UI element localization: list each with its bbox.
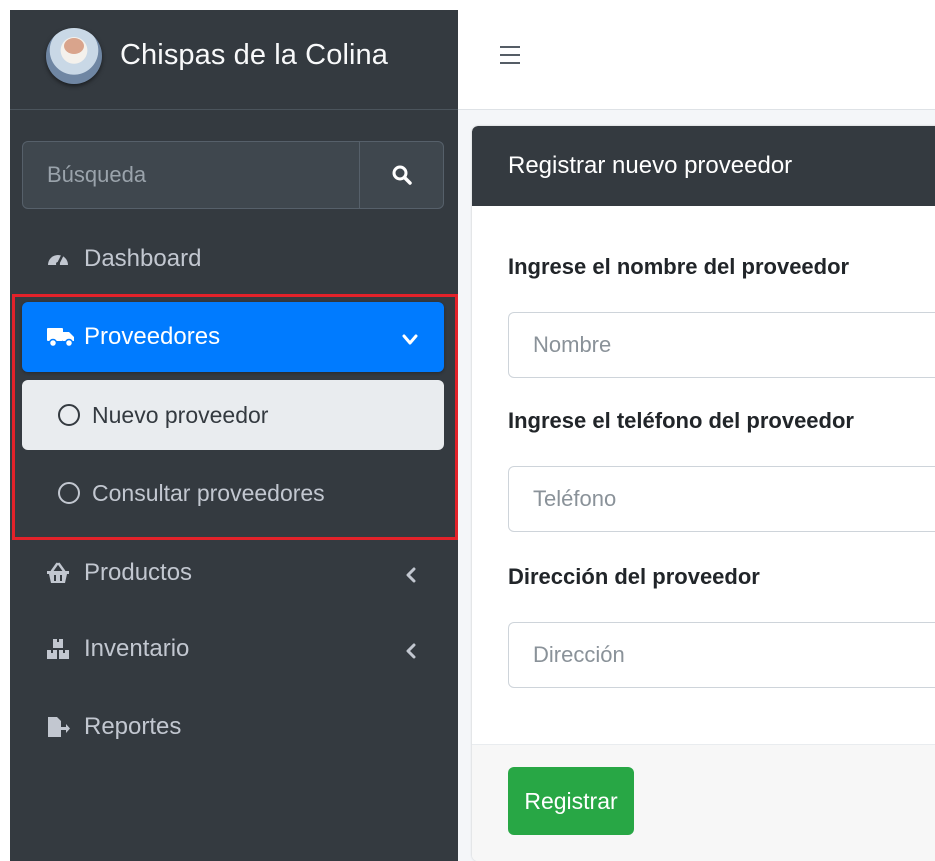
sidebar-subitem-label: Nuevo proveedor (92, 401, 269, 428)
chevron-left-icon (404, 562, 418, 590)
supplier-name-label: Ingrese el nombre del proveedor (508, 254, 850, 279)
supplier-address-label: Dirección del proveedor (508, 564, 760, 589)
top-navbar (458, 10, 935, 110)
circle-icon (58, 404, 80, 426)
basket-icon (46, 562, 80, 584)
sidebar-search (22, 141, 444, 209)
boxes-icon (46, 638, 80, 660)
supplier-name-input[interactable] (508, 312, 935, 378)
hamburger-menu-icon[interactable] (500, 46, 520, 64)
sidebar-subitem-label: Consultar proveedores (92, 479, 325, 506)
card-footer: Registrar (472, 744, 935, 861)
card-title: Registrar nuevo proveedor (472, 126, 935, 206)
sidebar-item-label: Proveedores (84, 323, 221, 350)
chevron-down-icon (402, 326, 418, 354)
supplier-phone-input[interactable] (508, 466, 935, 532)
app-frame: Chispas de la Colina Dashboard (10, 10, 935, 861)
supplier-address-input[interactable] (508, 622, 935, 688)
circle-icon (58, 482, 80, 504)
sidebar-item-label: Inventario (84, 635, 190, 662)
sidebar-item-reportes[interactable]: Reportes (22, 692, 444, 762)
truck-icon (46, 326, 80, 348)
brand-logo (46, 28, 102, 84)
search-icon (392, 165, 412, 185)
sidebar-item-label: Productos (84, 559, 193, 586)
register-supplier-card: Registrar nuevo proveedor Ingrese el nom… (472, 126, 935, 861)
sidebar-item-inventario[interactable]: Inventario (22, 614, 444, 684)
file-export-icon (46, 716, 80, 738)
sidebar-subitem-consultar-proveedores[interactable]: Consultar proveedores (22, 458, 444, 528)
register-button[interactable]: Registrar (508, 767, 634, 835)
brand-link[interactable]: Chispas de la Colina (10, 10, 458, 110)
chevron-left-icon (404, 638, 418, 666)
sidebar-item-productos[interactable]: Productos (22, 538, 444, 608)
search-button[interactable] (359, 142, 443, 208)
sidebar-item-dashboard[interactable]: Dashboard (22, 224, 444, 294)
sidebar-item-label: Dashboard (84, 245, 202, 272)
sidebar-item-proveedores[interactable]: Proveedores (22, 302, 444, 372)
main-content: Registrar nuevo proveedor Ingrese el nom… (458, 10, 935, 861)
supplier-phone-label: Ingrese el teléfono del proveedor (508, 408, 854, 433)
brand-title: Chispas de la Colina (120, 39, 388, 71)
sidebar-item-label: Reportes (84, 713, 182, 740)
sidebar: Chispas de la Colina Dashboard (10, 10, 458, 861)
sidebar-subitem-nuevo-proveedor[interactable]: Nuevo proveedor (22, 380, 444, 450)
tachometer-icon (46, 249, 80, 269)
search-input[interactable] (23, 142, 359, 208)
